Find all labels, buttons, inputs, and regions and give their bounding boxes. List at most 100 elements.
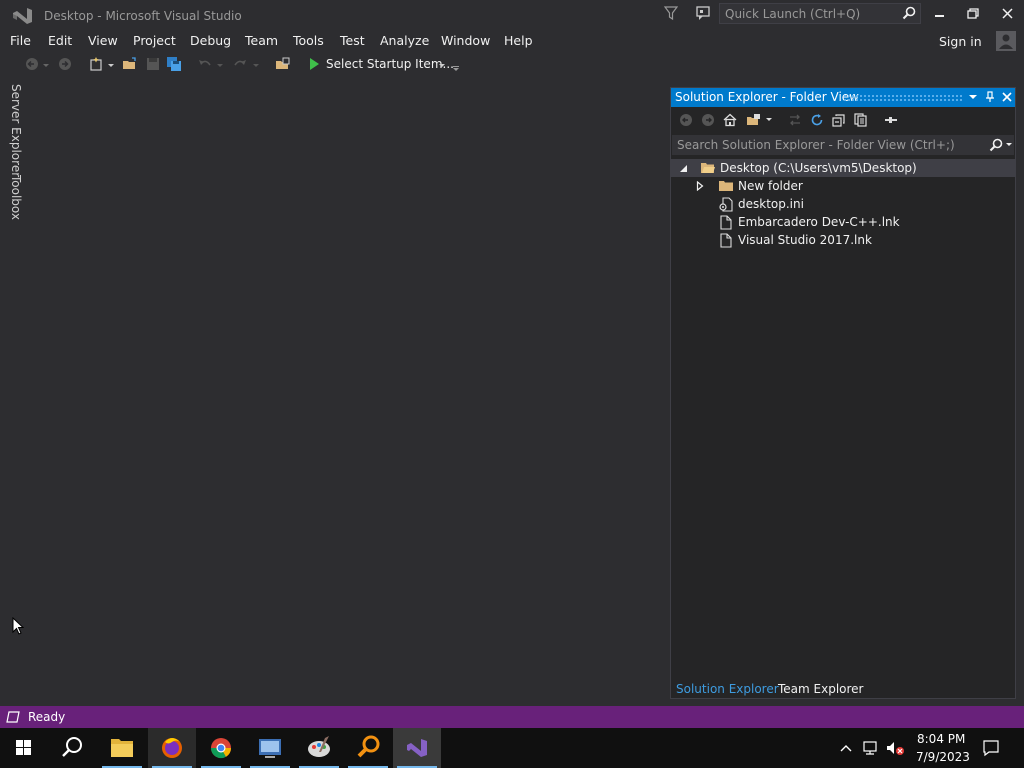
sign-in-link[interactable]: Sign in: [939, 34, 982, 49]
menu-debug[interactable]: Debug: [190, 33, 231, 48]
menu-team[interactable]: Team: [245, 33, 278, 48]
chevron-down-icon[interactable]: [216, 56, 224, 72]
tree-item-label: Visual Studio 2017.lnk: [738, 233, 872, 247]
search-icon[interactable]: [989, 138, 1003, 152]
file-icon: [720, 233, 732, 248]
toolbox-tab[interactable]: Toolbox: [9, 175, 23, 220]
chevron-down-icon[interactable]: [42, 56, 50, 72]
properties-icon[interactable]: [883, 113, 899, 127]
chrome-taskbar-icon[interactable]: [197, 728, 245, 768]
navigate-back-icon[interactable]: [24, 56, 40, 72]
back-icon[interactable]: [679, 113, 693, 127]
status-message-icon: [6, 711, 20, 723]
taskbar-clock-time[interactable]: 8:04 PM: [917, 732, 965, 746]
drag-grip[interactable]: [843, 94, 963, 101]
find-in-files-icon[interactable]: [275, 56, 291, 72]
tab-solution-explorer[interactable]: Solution Explorer: [676, 682, 779, 696]
save-all-icon[interactable]: [166, 56, 182, 72]
chevron-up-icon[interactable]: [838, 740, 854, 756]
show-all-files-icon[interactable]: [854, 113, 868, 127]
solution-explorer-header[interactable]: Solution Explorer - Folder View: [671, 88, 1015, 107]
quick-launch-input[interactable]: [720, 4, 900, 23]
window-position-dropdown-icon[interactable]: [968, 92, 978, 102]
status-bar: Ready: [0, 706, 1024, 728]
taskbar: 8:04 PM 7/9/2023: [0, 728, 1024, 768]
taskbar-clock-date[interactable]: 7/9/2023: [916, 750, 970, 764]
search-button[interactable]: [48, 728, 96, 768]
visual-studio-logo-icon: [11, 6, 35, 26]
solution-explorer-panel: Solution Explorer - Folder View Search S…: [670, 87, 1016, 699]
collapsed-triangle-icon[interactable]: [696, 181, 704, 191]
menu-test[interactable]: Test: [340, 33, 365, 48]
network-app-taskbar-icon[interactable]: [246, 728, 294, 768]
feedback-icon[interactable]: [695, 5, 711, 21]
forward-icon[interactable]: [701, 113, 715, 127]
tree-item-label: desktop.ini: [738, 197, 804, 211]
tab-team-explorer[interactable]: Team Explorer: [778, 682, 864, 696]
server-explorer-tab[interactable]: Server Explorer: [9, 84, 23, 177]
volume-muted-icon[interactable]: [885, 740, 905, 756]
start-button[interactable]: [0, 728, 48, 768]
menu-window[interactable]: Window: [441, 33, 490, 48]
redo-icon[interactable]: [232, 56, 248, 72]
start-play-icon[interactable]: [306, 56, 322, 72]
chevron-down-icon[interactable]: [252, 56, 260, 72]
action-center-icon[interactable]: [982, 739, 1000, 757]
toolbar-overflow-icon[interactable]: [452, 56, 460, 72]
switch-views-icon[interactable]: [746, 113, 762, 127]
file-icon: [720, 215, 732, 230]
solution-search-input[interactable]: [672, 135, 982, 155]
tree-item-visual-studio-lnk[interactable]: Visual Studio 2017.lnk: [671, 231, 1015, 249]
tree-root-desktop[interactable]: Desktop (C:\Users\vm5\Desktop): [671, 159, 1015, 177]
chevron-down-icon[interactable]: [438, 56, 446, 72]
undo-icon[interactable]: [197, 56, 213, 72]
navigate-forward-icon[interactable]: [57, 56, 73, 72]
menu-tools[interactable]: Tools: [293, 33, 324, 48]
chevron-down-icon[interactable]: [765, 115, 773, 125]
refresh-icon[interactable]: [810, 113, 824, 127]
mouse-cursor-icon: [12, 617, 24, 636]
chevron-down-icon[interactable]: [1005, 140, 1013, 150]
file-explorer-taskbar-icon[interactable]: [98, 728, 146, 768]
expanded-triangle-icon[interactable]: [679, 164, 688, 173]
solution-explorer-search[interactable]: [672, 135, 1014, 155]
tree-item-embarcadero-lnk[interactable]: Embarcadero Dev-C++.lnk: [671, 213, 1015, 231]
title-bar: Desktop - Microsoft Visual Studio: [0, 0, 1024, 32]
menu-edit[interactable]: Edit: [48, 33, 72, 48]
sync-with-active-document-icon[interactable]: [788, 113, 802, 127]
startup-item-selector[interactable]: Select Startup Item...: [326, 57, 454, 71]
menu-analyze[interactable]: Analyze: [380, 33, 429, 48]
notification-filter-icon[interactable]: [664, 5, 678, 21]
chevron-down-icon[interactable]: [107, 56, 115, 72]
home-icon[interactable]: [723, 113, 737, 127]
settings-file-icon: [718, 197, 734, 212]
collapse-all-icon[interactable]: [832, 113, 846, 127]
menu-project[interactable]: Project: [133, 33, 176, 48]
save-icon[interactable]: [145, 56, 161, 72]
quick-launch-box[interactable]: [719, 3, 921, 24]
minimize-button[interactable]: [923, 3, 955, 25]
menu-view[interactable]: View: [88, 33, 118, 48]
close-button[interactable]: [991, 3, 1023, 25]
account-icon[interactable]: [996, 31, 1016, 51]
solution-explorer-title: Solution Explorer - Folder View: [675, 90, 859, 104]
pin-icon[interactable]: [985, 91, 995, 103]
visual-studio-taskbar-icon[interactable]: [393, 728, 441, 768]
window-title: Desktop - Microsoft Visual Studio: [44, 9, 242, 23]
close-panel-icon[interactable]: [1001, 91, 1013, 103]
menu-help[interactable]: Help: [504, 33, 533, 48]
network-icon[interactable]: [862, 740, 880, 756]
tree-item-new-folder[interactable]: New folder: [671, 177, 1015, 195]
restore-button[interactable]: [957, 3, 989, 25]
menu-bar: File Edit View Project Debug Team Tools …: [0, 30, 1024, 52]
paint-app-taskbar-icon[interactable]: [295, 728, 343, 768]
editor-area: [30, 78, 666, 704]
search-tool-taskbar-icon[interactable]: [344, 728, 392, 768]
firefox-taskbar-icon[interactable]: [148, 728, 196, 768]
status-text: Ready: [28, 710, 66, 724]
open-file-icon[interactable]: [122, 56, 138, 72]
new-project-icon[interactable]: [88, 56, 104, 72]
search-icon[interactable]: [902, 6, 916, 20]
menu-file[interactable]: File: [10, 33, 31, 48]
tree-item-desktop-ini[interactable]: desktop.ini: [671, 195, 1015, 213]
